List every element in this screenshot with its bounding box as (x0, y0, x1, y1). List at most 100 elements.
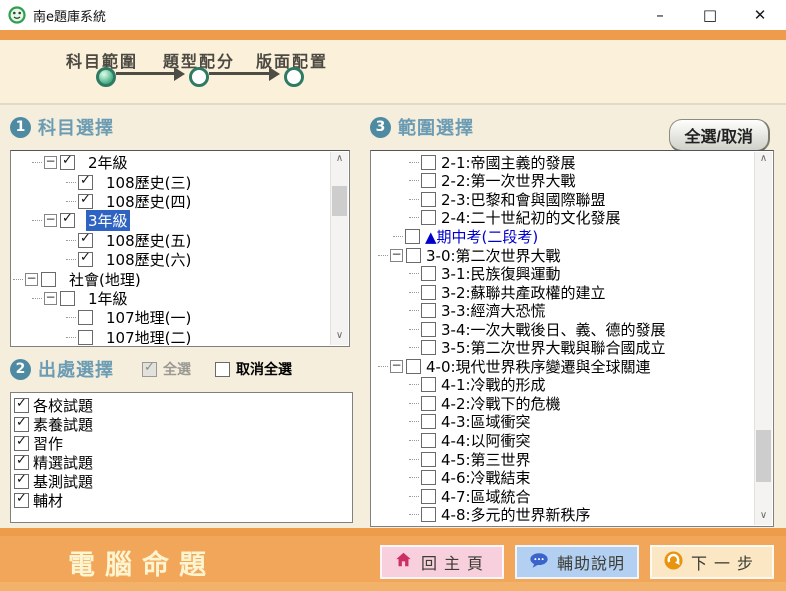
tree-connector (66, 182, 76, 183)
list-item-label[interactable]: 各校試題 (33, 395, 93, 416)
checkbox[interactable] (14, 436, 29, 451)
collapse-toggle-icon[interactable]: − (44, 292, 57, 305)
collapse-toggle-icon[interactable]: − (44, 214, 57, 227)
checkbox[interactable] (41, 272, 56, 287)
checkbox[interactable] (421, 303, 436, 318)
list-item[interactable]: 輔材 (14, 491, 352, 510)
checkbox[interactable] (421, 155, 436, 170)
scroll-up-icon[interactable]: ∧ (755, 152, 772, 168)
checkbox[interactable] (14, 417, 29, 432)
checkbox[interactable] (421, 396, 436, 411)
collapse-toggle-icon[interactable]: − (44, 156, 57, 169)
collapse-toggle-icon[interactable]: − (25, 273, 38, 286)
checkbox[interactable] (406, 359, 421, 374)
checkbox[interactable] (406, 248, 421, 263)
next-step-button[interactable]: 下一步 (650, 545, 774, 579)
checkbox[interactable] (421, 285, 436, 300)
collapse-toggle-icon[interactable]: − (390, 249, 403, 262)
checkbox[interactable] (60, 213, 75, 228)
list-item[interactable]: 精選試題 (14, 453, 352, 472)
list-item[interactable]: 習作 (14, 434, 352, 453)
scrollbar-thumb[interactable] (756, 430, 771, 482)
list-item-label[interactable]: 精選試題 (33, 452, 93, 473)
checkbox[interactable] (421, 507, 436, 522)
tree-item-label[interactable]: 108歷史(五) (106, 230, 191, 251)
tree-connector (409, 384, 419, 385)
help-button[interactable]: 輔助說明 (515, 545, 639, 579)
checkbox[interactable] (421, 489, 436, 504)
checkbox[interactable] (421, 452, 436, 467)
checkbox[interactable] (421, 377, 436, 392)
step-dot-2[interactable] (189, 67, 209, 87)
select-all-option[interactable]: 全選 (142, 359, 191, 379)
list-item-label[interactable]: 素養試題 (33, 414, 93, 435)
tree-connector (409, 273, 419, 274)
checkbox[interactable] (78, 175, 93, 190)
scope-panel-title: 範圍選擇 (398, 114, 474, 140)
tree-row: 3-3:經濟大恐慌 (373, 301, 754, 320)
checkbox[interactable] (421, 470, 436, 485)
tree-item-label[interactable]: 1年級 (88, 288, 128, 309)
checkbox[interactable] (421, 192, 436, 207)
checkbox[interactable] (78, 194, 93, 209)
checkbox[interactable] (421, 210, 436, 225)
checkbox[interactable] (78, 330, 93, 345)
tree-item-label[interactable]: 108歷史(三) (106, 172, 191, 193)
tree-item-label[interactable]: 107地理(一) (106, 307, 191, 328)
scroll-down-icon[interactable]: ∨ (755, 509, 772, 525)
list-item[interactable]: 基測試題 (14, 472, 352, 491)
scroll-down-icon[interactable]: ∨ (331, 329, 348, 345)
checkbox[interactable] (78, 310, 93, 325)
scroll-up-icon[interactable]: ∧ (331, 152, 348, 168)
tree-row: 4-8:多元的世界新秩序 (373, 505, 754, 524)
maximize-button[interactable]: □ (702, 7, 718, 23)
checkbox[interactable] (421, 322, 436, 337)
checkbox[interactable] (405, 229, 420, 244)
source-list: 各校試題素養試題習作精選試題基測試題輔材 (10, 392, 353, 523)
checkbox[interactable] (14, 474, 29, 489)
checkbox[interactable] (78, 252, 93, 267)
tree-row: 108歷史(六) (13, 250, 330, 269)
checkbox[interactable] (14, 493, 29, 508)
checkbox[interactable] (60, 291, 75, 306)
header-accent-strip (0, 30, 786, 40)
tree-connector (66, 240, 76, 241)
checkbox[interactable] (14, 455, 29, 470)
tree-row: 108歷史(四) (13, 192, 330, 211)
checkbox[interactable] (60, 155, 75, 170)
list-item-label[interactable]: 基測試題 (33, 471, 93, 492)
home-button[interactable]: 回主頁 (380, 545, 504, 579)
list-item-label[interactable]: 習作 (33, 433, 63, 454)
checkbox[interactable] (215, 362, 230, 377)
checkbox[interactable] (421, 266, 436, 281)
tree-connector (409, 162, 419, 163)
scrollbar-thumb[interactable] (332, 186, 347, 216)
collapse-toggle-icon[interactable]: − (390, 360, 403, 373)
deselect-all-option[interactable]: 取消全選 (215, 359, 292, 379)
checkbox[interactable] (421, 340, 436, 355)
close-button[interactable]: ✕ (752, 7, 768, 23)
list-item[interactable]: 各校試題 (14, 396, 352, 415)
tree-item-label[interactable]: 2年級 (88, 153, 128, 173)
list-item-label[interactable]: 輔材 (33, 490, 63, 511)
select-all-toggle-button[interactable]: 全選/取消 (669, 119, 770, 152)
tree-item-label[interactable]: 107地理(二) (106, 327, 191, 346)
checkbox[interactable] (421, 173, 436, 188)
tree-item-label[interactable]: 社會(地理) (69, 269, 141, 290)
tree-connector (378, 255, 388, 256)
tree-item-label[interactable]: 108歷史(四) (106, 191, 191, 212)
list-item[interactable]: 素養試題 (14, 415, 352, 434)
checkbox[interactable] (421, 433, 436, 448)
checkbox[interactable] (14, 398, 29, 413)
step-dot-3[interactable] (284, 67, 304, 87)
tree-item-label[interactable]: 3年級 (86, 210, 130, 231)
checkbox[interactable] (78, 233, 93, 248)
minimize-button[interactable]: – (652, 7, 668, 23)
step-dot-1[interactable] (96, 67, 116, 87)
tree-item-label[interactable]: 4-8:多元的世界新秩序 (441, 504, 591, 525)
scope-tree-scrollbar[interactable]: ∧ ∨ (754, 152, 772, 525)
subject-tree-scrollbar[interactable]: ∧ ∨ (330, 152, 348, 345)
checkbox[interactable] (421, 414, 436, 429)
tree-item-label[interactable]: 108歷史(六) (106, 249, 191, 270)
checkbox[interactable] (142, 362, 157, 377)
